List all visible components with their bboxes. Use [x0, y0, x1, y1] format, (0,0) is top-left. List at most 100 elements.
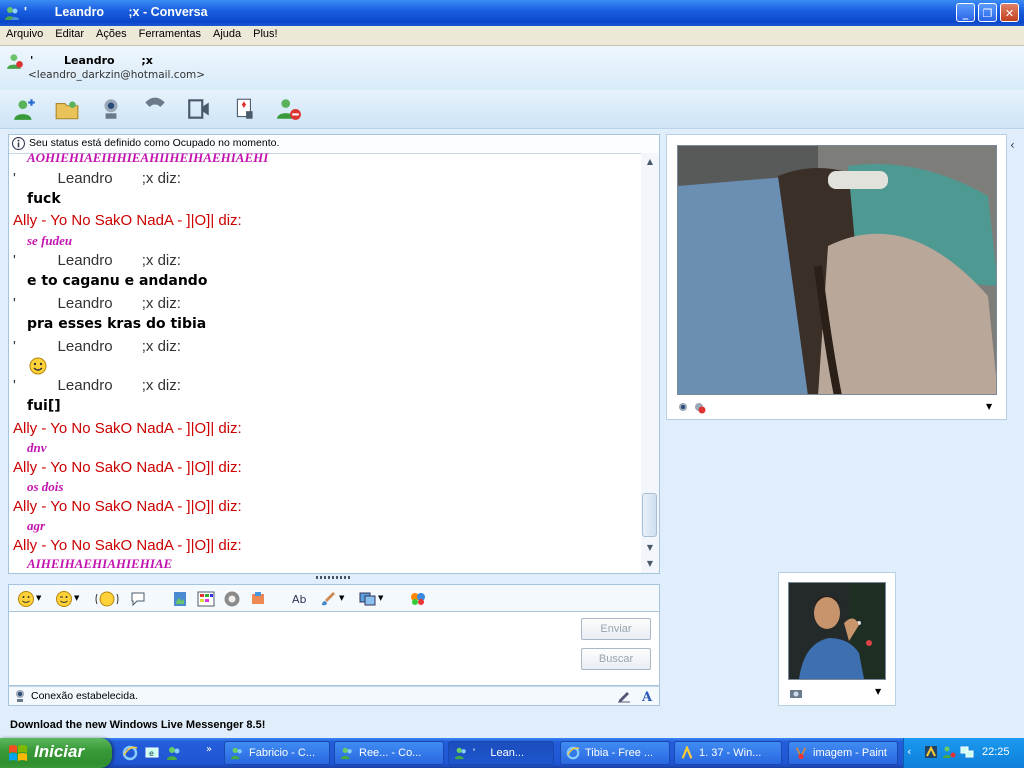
message-input[interactable]: Enviar Buscar — [8, 612, 660, 686]
info-icon — [12, 137, 25, 150]
pane-splitter[interactable] — [316, 576, 350, 579]
chevron-down-icon[interactable]: ▼ — [36, 594, 41, 602]
message-scrollbar[interactable]: ▲ ▼ ▼ — [641, 153, 659, 573]
svg-text:e: e — [149, 749, 154, 758]
message-history[interactable]: AOHIEHIAEIHHIEAHIIHEIHAEHIAEHI ' Leandro… — [13, 153, 637, 573]
taskbar-item-ree[interactable]: Ree... - Co... — [334, 741, 444, 765]
start-button[interactable]: Iniciar — [0, 738, 112, 768]
msn-butterfly-icon[interactable] — [409, 590, 427, 608]
collapse-panel-icon[interactable]: ‹ — [1010, 138, 1022, 160]
scroll-thumb[interactable] — [642, 493, 657, 537]
connection-status-text: Conexão estabelecida. — [31, 690, 138, 702]
winamp-tray-icon[interactable] — [924, 745, 938, 759]
quicklaunch-expand-icon[interactable]: » — [206, 744, 212, 755]
scroll-up-arrow[interactable]: ▲ — [645, 157, 655, 167]
chevron-down-icon[interactable]: ▼ — [875, 687, 881, 696]
contact-name: ' Leandro ;x — [30, 54, 153, 67]
svg-text:Ab: Ab — [292, 593, 307, 606]
handwriting-icon[interactable] — [617, 689, 631, 703]
webcam-video — [677, 145, 997, 395]
stop-webcam-icon[interactable] — [694, 402, 706, 414]
games-small-icon[interactable] — [249, 590, 267, 608]
message-sender: Ally - Yo No SakO NadA - ]|O]| diz: — [13, 420, 242, 437]
nudge-icon[interactable] — [95, 590, 119, 608]
emoticon-icon[interactable] — [17, 590, 35, 608]
text-mode-icon[interactable]: A — [641, 689, 655, 703]
invite-contact-icon[interactable] — [12, 96, 38, 122]
menu-editar[interactable]: Editar — [49, 26, 90, 40]
chevron-down-icon[interactable]: ▼ — [986, 402, 992, 411]
send-files-icon[interactable] — [54, 96, 80, 122]
taskbar-item-paint[interactable]: imagem - Paint — [788, 741, 898, 765]
scroll-end-arrow[interactable]: ▼ — [645, 559, 655, 569]
menu-arquivo[interactable]: Arquivo — [0, 26, 49, 40]
chevron-down-icon[interactable]: ▼ — [74, 594, 79, 602]
font-icon[interactable]: Ab — [291, 590, 309, 608]
messenger-tray-icon[interactable] — [942, 745, 956, 759]
taskbar-item-label: Tibia - Free ... — [585, 747, 654, 759]
windows-logo-icon — [9, 745, 27, 761]
taskbar-item-label: Fabricio - C... — [249, 747, 316, 759]
webcam-small-icon[interactable] — [677, 402, 689, 414]
message-text: AOHIEHIAEIHHIEAHIIHEIHAEHIAEHI — [27, 153, 269, 165]
desktop-quicklaunch-icon[interactable]: e — [144, 745, 160, 761]
webcam-icon[interactable] — [98, 96, 124, 122]
taskbar-item-label: ' Lean... — [473, 747, 525, 759]
paint-brush-icon[interactable] — [319, 590, 337, 608]
taskbar-item-label: 1. 37 - Win... — [699, 747, 762, 759]
menu-plus[interactable]: Plus! — [247, 26, 283, 40]
taskbar-item-tibia[interactable]: Tibia - Free ... — [560, 741, 670, 765]
network-tray-icon[interactable] — [960, 745, 974, 759]
taskbar-item-label: imagem - Paint — [813, 747, 887, 759]
scroll-down-arrow[interactable]: ▼ — [645, 543, 655, 553]
menu-ferramentas[interactable]: Ferramentas — [133, 26, 207, 40]
menu-bar: Arquivo Editar Ações Ferramentas Ajuda Plus! — [0, 26, 1024, 46]
message-text: fuck — [27, 191, 61, 207]
my-display-picture-panel: ▼ — [778, 572, 896, 706]
call-icon[interactable] — [142, 96, 168, 122]
messenger-quicklaunch-icon[interactable] — [166, 745, 182, 761]
chevron-down-icon[interactable]: ▼ — [378, 594, 383, 602]
voice-clip-icon[interactable] — [129, 590, 147, 608]
display-photo — [789, 583, 885, 679]
status-notice-text: Seu status está definido como Ocupado no… — [29, 137, 280, 149]
webcam-panel: ▼ — [666, 134, 1007, 420]
menu-acoes[interactable]: Ações — [90, 26, 133, 40]
winamp-icon — [681, 746, 693, 759]
my-display-picture[interactable] — [788, 582, 886, 680]
wink-icon[interactable] — [55, 590, 73, 608]
contact-status-icon — [7, 54, 23, 69]
contact-email: <leandro_darkzin@hotmail.com> — [28, 69, 206, 81]
send-button[interactable]: Enviar — [581, 618, 651, 640]
taskbar-item-winamp[interactable]: 1. 37 - Win... — [674, 741, 782, 765]
taskbar-item-fabricio[interactable]: Fabricio - C... — [224, 741, 330, 765]
menu-ajuda[interactable]: Ajuda — [207, 26, 247, 40]
ie-quicklaunch-icon[interactable] — [122, 745, 138, 761]
svg-text:A: A — [641, 690, 653, 703]
maximize-button[interactable]: ❐ — [978, 3, 997, 22]
paint-icon — [795, 747, 807, 760]
message-text: AIHEIHAEHIAHIEHIAE — [27, 556, 173, 571]
display-picture-icon[interactable] — [359, 590, 377, 608]
ad-banner[interactable]: Download the new Windows Live Messenger … — [10, 719, 265, 731]
minimize-button[interactable]: _ — [956, 3, 975, 22]
block-contact-icon[interactable] — [276, 96, 302, 122]
message-text: se fudeu — [27, 233, 73, 248]
close-button[interactable]: ✕ — [1000, 3, 1019, 22]
search-button[interactable]: Buscar — [581, 648, 651, 670]
conversation-panel: Seu status está definido como Ocupado no… — [8, 134, 660, 574]
chevron-down-icon[interactable]: ▼ — [339, 594, 344, 602]
winks-icon[interactable] — [223, 590, 241, 608]
messenger-icon — [5, 7, 19, 20]
message-sender: ' Leandro ;x diz: — [13, 170, 181, 187]
taskbar-item-leandro[interactable]: ' Lean... — [448, 741, 554, 765]
games-icon[interactable] — [232, 96, 258, 122]
background-icon[interactable] — [197, 590, 215, 608]
messenger-icon — [340, 747, 352, 760]
wallpaper-icon[interactable] — [171, 590, 189, 608]
title-bar[interactable]: ' Leandro ;x - Conversa _ ❐ ✕ — [0, 0, 1024, 26]
camera-icon[interactable] — [789, 687, 803, 699]
video-icon[interactable] — [186, 96, 212, 122]
tray-expand-icon[interactable]: ‹ — [907, 745, 911, 758]
ie-icon — [566, 746, 580, 760]
